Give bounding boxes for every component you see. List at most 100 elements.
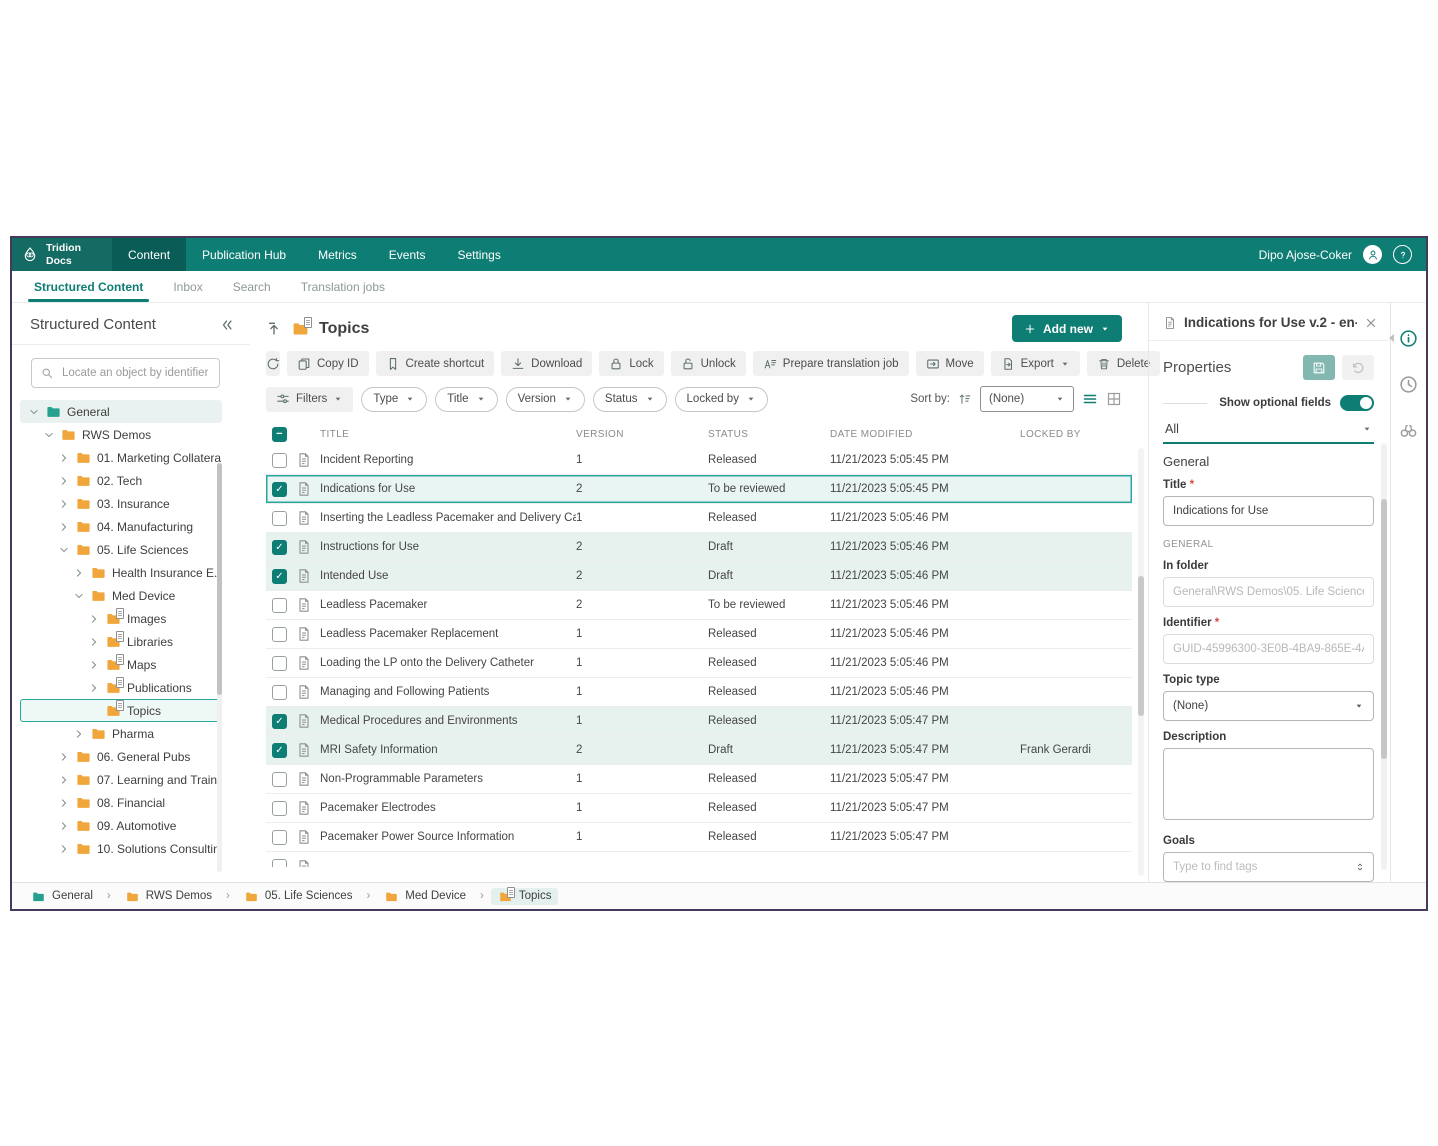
table-scrollbar[interactable] <box>1138 448 1144 876</box>
refresh-button[interactable] <box>266 351 280 376</box>
chevron-icon[interactable] <box>87 637 100 647</box>
row-checkbox[interactable] <box>272 540 287 555</box>
show-optional-fields-toggle[interactable] <box>1340 395 1374 411</box>
grid-view-icon[interactable] <box>1106 391 1122 407</box>
avatar[interactable] <box>1363 245 1382 264</box>
goals-field[interactable] <box>1163 852 1374 882</box>
info-icon[interactable] <box>1398 327 1420 349</box>
chevron-icon[interactable] <box>57 844 70 854</box>
breadcrumb-rws-demos[interactable]: RWS Demos <box>118 888 219 905</box>
table-row-non-programmable-parameters[interactable]: Non-Programmable Parameters 1 Released 1… <box>266 765 1132 794</box>
subnav-tab-structured-content[interactable]: Structured Content <box>34 271 143 302</box>
go-up-icon[interactable] <box>266 321 282 337</box>
add-new-button[interactable]: Add new <box>1012 315 1122 342</box>
breadcrumb-05-life-sciences[interactable]: 05. Life Sciences <box>237 888 360 905</box>
tree-item-01-marketing-collateral[interactable]: 01. Marketing Collateral <box>20 446 222 469</box>
tree-item-03-insurance[interactable]: 03. Insurance <box>20 492 222 515</box>
table-row-managing-and-following-patients[interactable]: Managing and Following Patients 1 Releas… <box>266 678 1132 707</box>
chevron-icon[interactable] <box>87 683 100 693</box>
row-checkbox[interactable] <box>272 743 287 758</box>
filter-status-pill[interactable]: Status <box>593 387 667 412</box>
row-checkbox[interactable] <box>272 453 287 468</box>
filter-title-pill[interactable]: Title <box>435 387 497 412</box>
identifier-search[interactable] <box>31 358 220 388</box>
tree-item-pharma[interactable]: Pharma <box>20 722 222 745</box>
list-view-icon[interactable] <box>1082 391 1098 407</box>
table-row-inserting-the-leadless-pacemaker-and-delivery-catheter[interactable]: Inserting the Leadless Pacemaker and Del… <box>266 504 1132 533</box>
row-checkbox[interactable] <box>272 598 287 613</box>
lock-button[interactable]: Lock <box>599 351 663 376</box>
nav-tab-settings[interactable]: Settings <box>441 238 516 271</box>
breadcrumb-med-device[interactable]: Med Device <box>377 888 473 905</box>
description-field[interactable] <box>1163 748 1374 820</box>
row-checkbox[interactable] <box>272 685 287 700</box>
chevron-icon[interactable] <box>57 821 70 831</box>
tree-item-07-learning-and-train[interactable]: 07. Learning and Train... <box>20 768 222 791</box>
row-checkbox[interactable] <box>272 656 287 671</box>
tree-item-publications[interactable]: Publications <box>20 676 222 699</box>
chevron-icon[interactable] <box>87 660 100 670</box>
binoculars-icon[interactable] <box>1398 419 1420 441</box>
table-row-medical-procedures-and-environments[interactable]: Medical Procedures and Environments 1 Re… <box>266 707 1132 736</box>
tree-item-08-financial[interactable]: 08. Financial <box>20 791 222 814</box>
table-row-indications-for-use[interactable]: Indications for Use 2 To be reviewed 11/… <box>266 475 1132 504</box>
sidebar-scrollbar[interactable] <box>217 463 222 872</box>
tree-item-maps[interactable]: Maps <box>20 653 222 676</box>
row-checkbox[interactable] <box>272 511 287 526</box>
table-row-leadless-pacemaker[interactable]: Leadless Pacemaker 2 To be reviewed 11/2… <box>266 591 1132 620</box>
tree-item-libraries[interactable]: Libraries <box>20 630 222 653</box>
subnav-tab-translation-jobs[interactable]: Translation jobs <box>301 271 385 302</box>
nav-tab-publication-hub[interactable]: Publication Hub <box>186 238 302 271</box>
copy-id-button[interactable]: Copy ID <box>287 351 369 376</box>
row-checkbox[interactable] <box>272 772 287 787</box>
row-checkbox[interactable] <box>272 569 287 584</box>
filters-button[interactable]: Filters <box>266 387 353 412</box>
chevron-icon[interactable] <box>57 752 70 762</box>
table-row-pacemaker-electrodes[interactable]: Pacemaker Electrodes 1 Released 11/21/20… <box>266 794 1132 823</box>
chevron-icon[interactable] <box>72 591 85 601</box>
export-button[interactable]: Export <box>991 351 1080 376</box>
subnav-tab-inbox[interactable]: Inbox <box>173 271 202 302</box>
subnav-tab-search[interactable]: Search <box>233 271 271 302</box>
field-filter-select[interactable]: All <box>1163 417 1374 444</box>
create-shortcut-button[interactable]: Create shortcut <box>376 351 495 376</box>
sort-direction-icon[interactable] <box>958 392 972 406</box>
chevron-icon[interactable] <box>57 545 70 555</box>
chevron-icon[interactable] <box>27 407 40 417</box>
table-row-mri-safety-information[interactable]: MRI Safety Information 2 Draft 11/21/202… <box>266 736 1132 765</box>
topic-type-select[interactable]: (None) <box>1163 691 1374 721</box>
save-button[interactable] <box>1303 355 1335 380</box>
chevron-icon[interactable] <box>57 798 70 808</box>
filter-type-pill[interactable]: Type <box>361 387 427 412</box>
tree-item-02-tech[interactable]: 02. Tech <box>20 469 222 492</box>
column-version[interactable]: VERSION <box>576 429 708 440</box>
row-checkbox[interactable] <box>272 830 287 845</box>
tree-item-10-solutions-consulting[interactable]: 10. Solutions Consulting <box>20 837 222 860</box>
tree-item-med-device[interactable]: Med Device <box>20 584 222 607</box>
tree-item-health-insurance-e[interactable]: Health Insurance E... <box>20 561 222 584</box>
undo-button[interactable] <box>1342 355 1374 380</box>
tree-item-general[interactable]: General <box>20 400 222 423</box>
filter-version-pill[interactable]: Version <box>506 387 585 412</box>
tree-item-09-automotive[interactable]: 09. Automotive <box>20 814 222 837</box>
chevron-icon[interactable] <box>72 729 85 739</box>
nav-tab-events[interactable]: Events <box>373 238 442 271</box>
collapse-sidebar-icon[interactable] <box>220 318 234 332</box>
row-checkbox[interactable] <box>272 801 287 816</box>
row-checkbox[interactable] <box>272 627 287 642</box>
chevron-icon[interactable] <box>42 430 55 440</box>
search-input[interactable] <box>60 366 210 380</box>
tree-item-topics[interactable]: Topics <box>20 699 222 722</box>
tree-item-04-manufacturing[interactable]: 04. Manufacturing <box>20 515 222 538</box>
download-button[interactable]: Download <box>501 351 592 376</box>
chevron-icon[interactable] <box>57 775 70 785</box>
column-locked-by[interactable]: LOCKED BY <box>1020 429 1132 440</box>
tree-item-06-general-pubs[interactable]: 06. General Pubs <box>20 745 222 768</box>
select-all-checkbox[interactable] <box>272 427 287 442</box>
table-row[interactable] <box>266 852 1132 867</box>
filter-locked-by-pill[interactable]: Locked by <box>675 387 768 412</box>
table-row-instructions-for-use[interactable]: Instructions for Use 2 Draft 11/21/2023 … <box>266 533 1132 562</box>
prepare-translation-job-button[interactable]: Prepare translation job <box>753 351 909 376</box>
sort-by-select[interactable]: (None) <box>980 386 1074 412</box>
column-title[interactable]: TITLE <box>320 429 576 440</box>
